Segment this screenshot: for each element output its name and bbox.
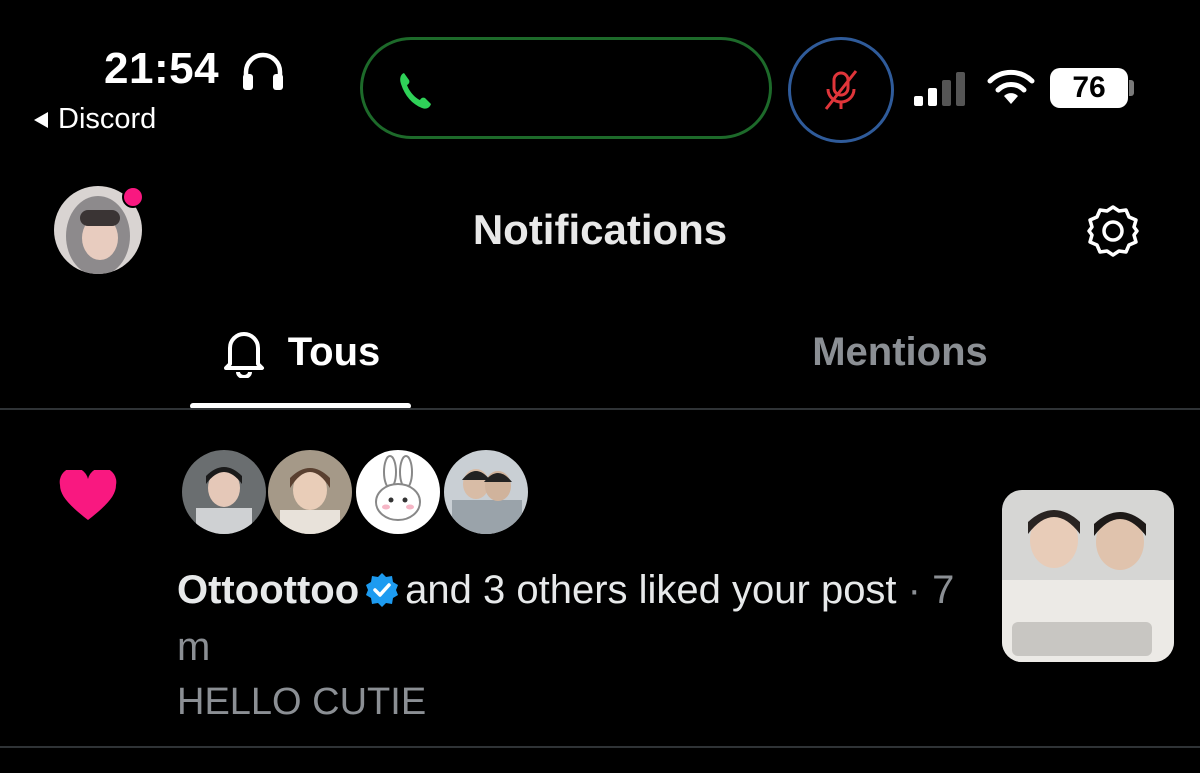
battery-indicator: 76 bbox=[1050, 68, 1128, 108]
back-to-app[interactable]: Discord bbox=[34, 103, 156, 136]
bell-icon bbox=[223, 332, 264, 378]
avatar-photo bbox=[356, 450, 440, 534]
phone-icon bbox=[400, 73, 431, 109]
wifi-icon bbox=[987, 69, 1035, 104]
liker-avatar[interactable] bbox=[266, 448, 354, 536]
liker-avatar[interactable] bbox=[354, 448, 442, 536]
headphones-icon bbox=[243, 52, 283, 90]
avatar-photo bbox=[444, 450, 528, 534]
notification-action: and 3 others liked your post bbox=[405, 568, 897, 612]
heart-icon bbox=[59, 470, 117, 520]
notification-username[interactable]: Ottoottoo bbox=[177, 568, 359, 612]
notification-dot bbox=[122, 186, 144, 208]
status-time: 21:54 bbox=[104, 44, 220, 93]
battery-cap bbox=[1129, 80, 1134, 96]
divider bbox=[0, 746, 1200, 748]
tab-mentions[interactable]: Mentions bbox=[700, 318, 1100, 386]
notification-text[interactable]: Ottoottoo and 3 others liked your post ·… bbox=[177, 562, 977, 676]
thumbnail-photo bbox=[1002, 490, 1174, 662]
verified-badge-icon bbox=[366, 573, 399, 607]
mic-muted-icon bbox=[824, 70, 858, 110]
tab-label: Tous bbox=[287, 329, 381, 374]
avatar-photo bbox=[268, 450, 352, 534]
gear-icon[interactable] bbox=[1084, 202, 1142, 260]
cellular-signal-icon bbox=[914, 72, 965, 106]
tab-label: Mentions bbox=[812, 329, 988, 374]
liker-avatar[interactable] bbox=[442, 448, 530, 536]
liker-avatar[interactable] bbox=[180, 448, 268, 536]
back-arrow-icon bbox=[34, 111, 48, 128]
post-thumbnail[interactable] bbox=[1002, 490, 1174, 662]
tab-tous[interactable]: Tous bbox=[190, 318, 410, 386]
back-app-label: Discord bbox=[58, 103, 157, 135]
divider bbox=[0, 408, 1200, 410]
post-preview-text: HELLO CUTIE bbox=[177, 681, 427, 723]
page-title: Notifications bbox=[472, 206, 728, 253]
avatar-photo bbox=[182, 450, 266, 534]
